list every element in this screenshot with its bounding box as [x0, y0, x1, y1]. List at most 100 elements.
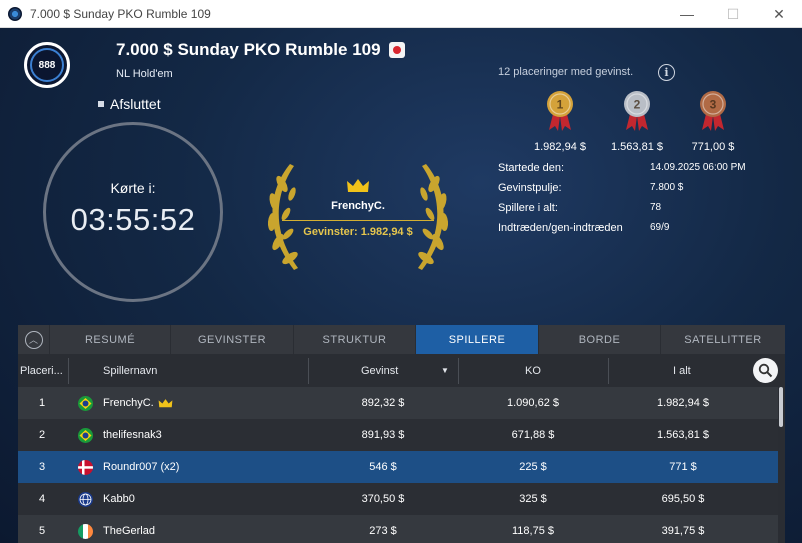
stat-value: 7.800 $	[650, 182, 684, 193]
cell-place: 4	[39, 493, 46, 505]
medal-amount: 771,00 $	[691, 141, 735, 153]
sort-arrow-icon[interactable]: ▼	[441, 354, 449, 387]
flag-brazil-icon	[78, 419, 93, 451]
app-icon	[8, 6, 22, 21]
game-type: NL Hold'em	[116, 68, 173, 80]
stat-label: Spillere i alt:	[498, 202, 558, 214]
winner-divider	[282, 220, 434, 221]
status-label: Afsluttet	[110, 96, 161, 112]
winner-wreath: FrenchyC. Gevinster: 1.982,94 $	[252, 158, 464, 278]
cell-place: 1	[39, 397, 46, 409]
duration-clock: Kørte i: 03:55:52	[43, 122, 223, 302]
cell-ko: 671,88 $	[511, 429, 555, 441]
table-row[interactable]: 3 Roundr007 (x2) 546 $ 225 $ 771 $	[18, 451, 778, 483]
cell-place: 2	[39, 429, 46, 441]
tab-spillere[interactable]: SPILLERE	[416, 325, 539, 354]
cell-winnings: 370,50 $	[361, 493, 405, 505]
cell-winnings: 891,93 $	[361, 429, 405, 441]
col-separator	[458, 358, 459, 384]
stat-label: Startede den:	[498, 162, 565, 174]
player-name: TheGerlad	[103, 525, 155, 537]
col-winnings[interactable]: Gevinst	[361, 354, 398, 387]
cell-winnings: 546 $	[369, 461, 397, 473]
scrollbar-thumb[interactable]	[779, 387, 783, 427]
col-total[interactable]: I alt	[673, 354, 691, 387]
stat-value: 78	[650, 202, 662, 213]
cell-ko: 118,75 $	[511, 525, 554, 537]
cell-ko: 1.090,62 $	[507, 397, 559, 409]
cell-player: Kabb0	[103, 483, 135, 515]
col-separator	[608, 358, 609, 384]
collapse-button[interactable]: ︿	[18, 325, 50, 354]
clock-label: Kørte i:	[110, 180, 156, 196]
tab-borde[interactable]: BORDE	[539, 325, 661, 354]
tab-resume[interactable]: RESUMÉ	[50, 325, 171, 354]
stat-entries: Indtræden/gen-indtræden 69/9	[498, 222, 802, 236]
col-player[interactable]: Spillernavn	[103, 354, 157, 387]
cell-player: thelifesnak3	[103, 419, 162, 451]
cell-player: Roundr007 (x2)	[103, 451, 179, 483]
player-name: thelifesnak3	[103, 429, 162, 441]
info-icon[interactable]: i	[658, 64, 675, 81]
table-row[interactable]: 1 FrenchyC. 892,32 $ 1.090,62 $ 1.982,94 $	[18, 387, 778, 419]
paid-places: 12 placeringer med gevinst.	[498, 66, 634, 78]
cell-ko: 325 $	[519, 493, 547, 505]
window-titlebar: 7.000 $ Sunday PKO Rumble 109 — ☐ ✕	[0, 0, 802, 28]
cell-winnings: 273 $	[369, 525, 397, 537]
pko-badge-icon	[388, 42, 405, 58]
status-square-icon	[98, 101, 104, 107]
cell-total: 1.982,94 $	[657, 397, 709, 409]
stat-prize-pool: Gevinstpulje: 7.800 $	[498, 182, 802, 196]
col-place[interactable]: Placeri...	[20, 354, 63, 387]
medal-place-2-icon: 2	[622, 90, 652, 132]
tab-bar: ︿ RESUMÉ GEVINSTER STRUKTUR SPILLERE BOR…	[18, 325, 785, 354]
player-name: Kabb0	[103, 493, 135, 505]
tab-struktur[interactable]: STRUKTUR	[294, 325, 416, 354]
clock-time: 03:55:52	[70, 202, 196, 237]
table-row[interactable]: 2 thelifesnak3 891,93 $ 671,88 $ 1.563,81 $	[18, 419, 778, 451]
cell-total: 695,50 $	[661, 493, 705, 505]
crown-icon	[158, 398, 173, 407]
tab-gevinster[interactable]: GEVINSTER	[171, 325, 294, 354]
minimize-button[interactable]: —	[664, 0, 710, 28]
medal-place-3-icon: 3	[698, 90, 728, 132]
cell-player: TheGerlad	[103, 515, 155, 543]
tab-satellitter[interactable]: SATELLITTER	[661, 325, 785, 354]
888-logo: 888	[24, 42, 70, 88]
player-name: FrenchyC.	[103, 397, 154, 409]
table-header: Placeri... Spillernavn Gevinst ▼ KO I al…	[18, 354, 785, 387]
close-button[interactable]: ✕	[756, 0, 802, 28]
cell-total: 771 $	[669, 461, 697, 473]
search-icon	[758, 363, 773, 378]
laurel-wreath-icon	[267, 164, 449, 270]
col-separator	[68, 358, 69, 384]
cell-ko: 225 $	[519, 461, 547, 473]
logo-ring: 888	[30, 48, 64, 82]
cell-place: 3	[39, 461, 46, 473]
col-ko[interactable]: KO	[525, 354, 541, 387]
medal-number: 2	[634, 98, 641, 112]
window-controls: — ☐ ✕	[664, 0, 802, 28]
flag-globe-icon	[78, 483, 93, 515]
cell-place: 5	[39, 525, 46, 537]
lobby-panel: ︿ RESUMÉ GEVINSTER STRUKTUR SPILLERE BOR…	[18, 325, 785, 543]
table-row[interactable]: 5 TheGerlad 273 $ 118,75 $ 391,75 $	[18, 515, 778, 543]
flag-ireland-icon	[78, 515, 93, 543]
cell-total: 391,75 $	[661, 525, 705, 537]
logo-text: 888	[38, 59, 56, 71]
flag-brazil-icon	[78, 387, 93, 419]
cell-winnings: 892,32 $	[361, 397, 405, 409]
medal-amount: 1.982,94 $	[534, 141, 586, 153]
search-button[interactable]	[753, 358, 778, 383]
table-row[interactable]: 4 Kabb0 370,50 $ 325 $ 695,50 $	[18, 483, 778, 515]
maximize-button: ☐	[726, 5, 740, 22]
stat-players: Spillere i alt: 78	[498, 202, 802, 216]
stat-label: Gevinstpulje:	[498, 182, 562, 194]
stat-value: 14.09.2025 06:00 PM	[650, 162, 746, 173]
player-name: Roundr007 (x2)	[103, 461, 180, 473]
window-title: 7.000 $ Sunday PKO Rumble 109	[30, 6, 211, 21]
medal-place-1-icon: 1	[545, 90, 575, 132]
crown-icon	[347, 179, 369, 192]
cell-player: FrenchyC.	[103, 387, 173, 419]
stat-label: Indtræden/gen-indtræden	[498, 222, 623, 234]
